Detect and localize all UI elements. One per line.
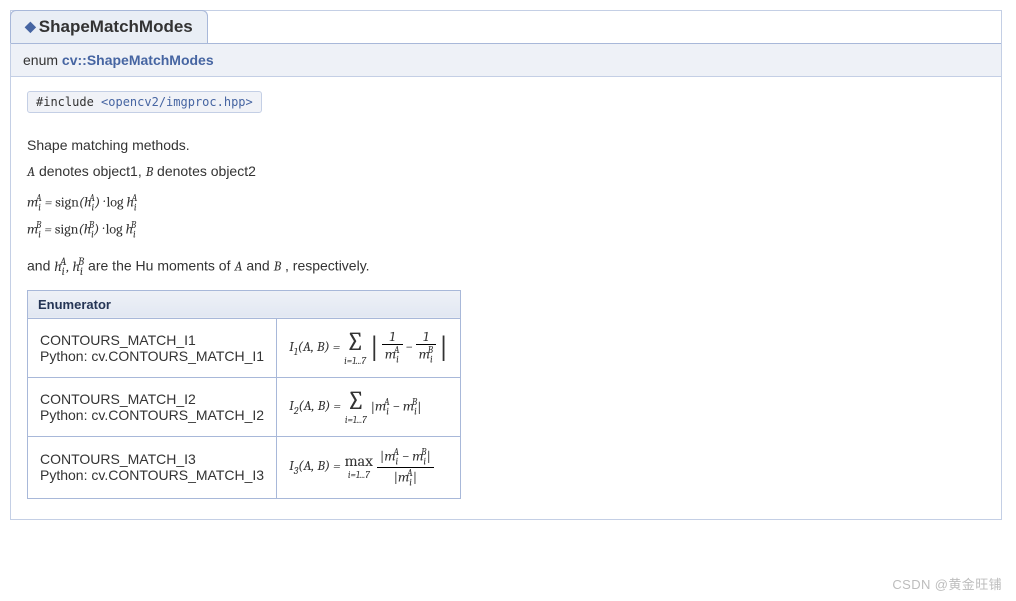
sym-A: A — [27, 163, 35, 180]
enumerator-table: Enumerator CONTOURS_MATCH_I1Python: cv.C… — [27, 290, 461, 499]
bigop-sum: ∑i=1...7 — [345, 388, 367, 426]
signature-namespace[interactable]: cv::ShapeMatchModes — [62, 52, 214, 68]
enumerator-name: CONTOURS_MATCH_I1 — [40, 332, 264, 348]
hu-symbols: hiA, hiB — [54, 258, 84, 275]
description-p1: Shape matching methods. — [27, 137, 985, 153]
signature-keyword: enum — [23, 52, 58, 68]
enumerator-formula-cell: I1(A, B) = ∑i=1...7| 1miA − 1miB | — [277, 318, 461, 377]
tab-title: ShapeMatchModes — [39, 17, 193, 36]
enumerator-python: Python: cv.CONTOURS_MATCH_I1 — [40, 348, 264, 364]
table-body: CONTOURS_MATCH_I1Python: cv.CONTOURS_MAT… — [28, 318, 461, 498]
formula-mA: miA = sign(hiA) · log hiA — [27, 190, 985, 217]
enumerator-formula-cell: I3(A, B) = maxi=1...7|miA − miB||miA| — [277, 436, 461, 498]
doc-panel: ◆ShapeMatchModes enum cv::ShapeMatchMode… — [10, 10, 1002, 520]
enumerator-python: Python: cv.CONTOURS_MATCH_I3 — [40, 467, 264, 483]
formula: I1(A, B) = ∑i=1...7| 1miA − 1miB | — [289, 329, 448, 367]
formula: I2(A, B) = ∑i=1...7|miA − miB| — [289, 388, 422, 426]
enumerator-formula-cell: I2(A, B) = ∑i=1...7|miA − miB| — [277, 377, 461, 436]
enumerator-name-cell: CONTOURS_MATCH_I3Python: cv.CONTOURS_MAT… — [28, 436, 277, 498]
description-p2: A denotes object1, B denotes object2 — [27, 163, 985, 180]
enumerator-python: Python: cv.CONTOURS_MATCH_I2 — [40, 407, 264, 423]
table-row: CONTOURS_MATCH_I3Python: cv.CONTOURS_MAT… — [28, 436, 461, 498]
include-prefix: #include — [36, 95, 101, 109]
sym-B: B — [146, 163, 154, 180]
table-row: CONTOURS_MATCH_I1Python: cv.CONTOURS_MAT… — [28, 318, 461, 377]
doc-content: #include <opencv2/imgproc.hpp> Shape mat… — [11, 77, 1001, 519]
diamond-icon: ◆ — [25, 18, 36, 34]
enumerator-name-cell: CONTOURS_MATCH_I2Python: cv.CONTOURS_MAT… — [28, 377, 277, 436]
tab-header: ◆ShapeMatchModes — [11, 11, 1001, 44]
include-directive: #include <opencv2/imgproc.hpp> — [27, 91, 262, 113]
signature-bar: enum cv::ShapeMatchModes — [11, 44, 1001, 77]
enumerator-name-cell: CONTOURS_MATCH_I1Python: cv.CONTOURS_MAT… — [28, 318, 277, 377]
table-header: Enumerator — [28, 290, 461, 318]
formula-mB: miB = sign(hiB) · log hiB — [27, 217, 985, 244]
enumerator-name: CONTOURS_MATCH_I3 — [40, 451, 264, 467]
section-tab[interactable]: ◆ShapeMatchModes — [10, 10, 208, 43]
bigop-max: maxi=1...7 — [345, 453, 373, 481]
formula: I3(A, B) = maxi=1...7|miA − miB||miA| — [289, 447, 434, 488]
table-row: CONTOURS_MATCH_I2Python: cv.CONTOURS_MAT… — [28, 377, 461, 436]
include-header[interactable]: <opencv2/imgproc.hpp> — [101, 95, 253, 109]
bigop-sum: ∑i=1...7 — [344, 329, 366, 367]
watermark: CSDN @黄金旺铺 — [892, 574, 1002, 593]
enumerator-name: CONTOURS_MATCH_I2 — [40, 391, 264, 407]
description-p3: and hiA, hiB are the Hu moments of A and… — [27, 255, 985, 277]
formula-definitions: miA = sign(hiA) · log hiA miB = sign(hiB… — [27, 190, 985, 243]
